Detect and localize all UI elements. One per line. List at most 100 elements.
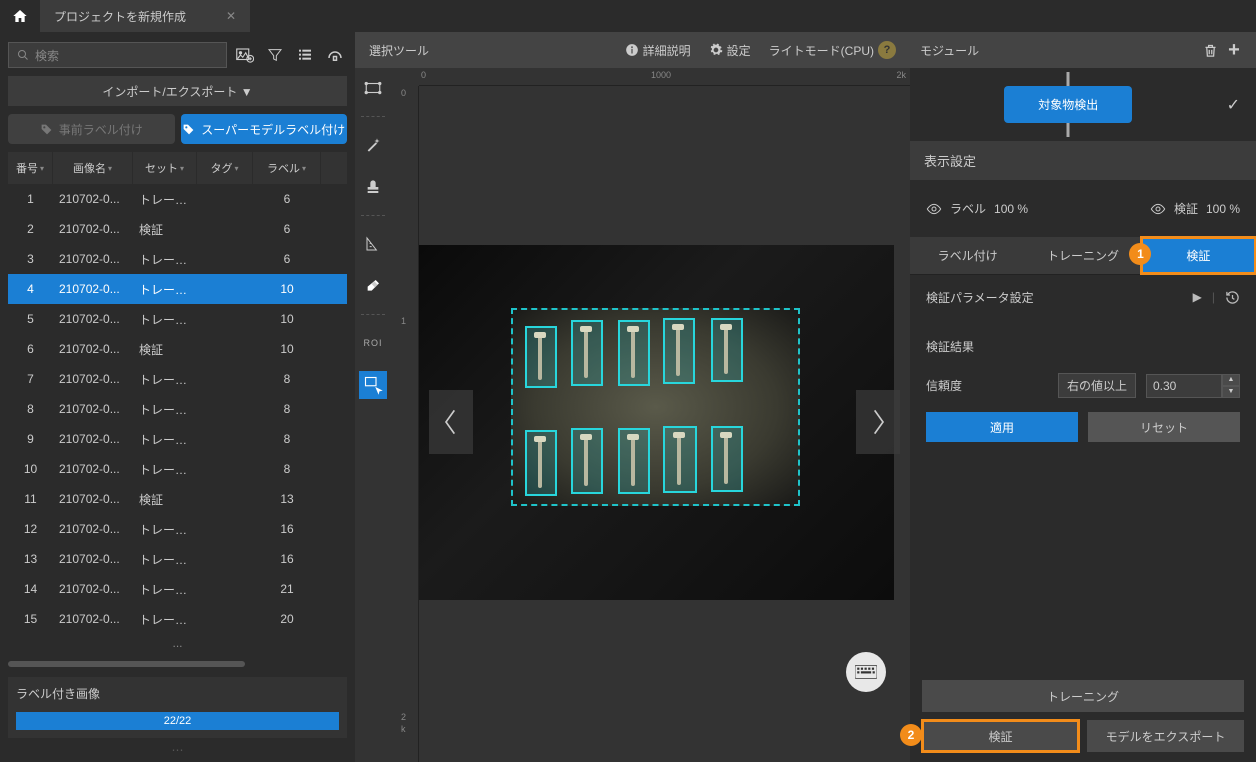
ruler-vertical: 0 1 2 k xyxy=(391,86,419,762)
col-label[interactable]: ラベル▾ xyxy=(253,152,321,184)
check-icon: ✓ xyxy=(1227,95,1246,115)
result-header: 検証結果 xyxy=(926,328,1240,373)
export-model-button[interactable]: モデルをエクスポート xyxy=(1087,720,1244,752)
table-row[interactable]: 12210702-0...トレーニ...16 xyxy=(8,514,347,544)
stamp-tool[interactable] xyxy=(359,173,387,201)
col-set[interactable]: セット▾ xyxy=(133,152,197,184)
table-row[interactable]: 6210702-0...検証10 xyxy=(8,334,347,364)
callout-2: 2 xyxy=(900,724,922,746)
display-settings-header: 表示設定 xyxy=(910,141,1256,180)
right-panel: モジュール + 対象物検出 ✓ 表示設定 ラベル 100 xyxy=(910,32,1256,762)
eye-icon xyxy=(1150,203,1166,215)
search-input[interactable]: 検索 xyxy=(8,42,227,68)
table-row[interactable]: 5210702-0...トレーニ...10 xyxy=(8,304,347,334)
details-button[interactable]: 詳細説明 xyxy=(625,42,691,59)
table-row[interactable]: 10210702-0...トレーニ...8 xyxy=(8,454,347,484)
image-settings-icon[interactable] xyxy=(233,43,257,67)
pointer-tool[interactable] xyxy=(359,371,387,399)
help-icon[interactable]: ? xyxy=(878,41,896,59)
detection-box[interactable] xyxy=(525,430,557,496)
prev-image-button[interactable] xyxy=(429,390,473,454)
keyboard-shortcut-button[interactable] xyxy=(846,652,886,692)
list-view-icon[interactable] xyxy=(293,43,317,67)
apply-button[interactable]: 適用 xyxy=(926,412,1078,442)
settings-button[interactable]: 設定 xyxy=(709,42,751,59)
detection-box[interactable] xyxy=(663,426,697,493)
search-icon xyxy=(17,49,29,61)
super-model-label-button[interactable]: スーパーモデルラベル付け xyxy=(181,114,348,144)
wand-tool[interactable] xyxy=(359,131,387,159)
next-image-button[interactable] xyxy=(856,390,900,454)
eye-icon xyxy=(926,203,942,215)
image-preview xyxy=(419,245,894,600)
detection-box[interactable] xyxy=(663,318,695,384)
table-row[interactable]: 15210702-0...トレーニ...20 xyxy=(8,604,347,634)
reset-button[interactable]: リセット xyxy=(1088,412,1240,442)
table-row[interactable]: 3210702-0...トレーニ...6 xyxy=(8,244,347,274)
tag-icon xyxy=(182,123,195,136)
project-tab[interactable]: プロジェクトを新規作成 ✕ xyxy=(40,0,250,32)
rect-tool[interactable] xyxy=(359,74,387,102)
roi-region xyxy=(511,308,800,506)
label-visibility[interactable]: ラベル 100 % xyxy=(926,200,1028,217)
h-scrollbar[interactable] xyxy=(8,659,347,669)
image-table: 番号▾ 画像名▾ セット▾ タグ▾ ラベル▾ 1210702-0...トレーニ.… xyxy=(8,152,347,669)
table-row[interactable]: 13210702-0...トレーニ...16 xyxy=(8,544,347,574)
module-chip[interactable]: 対象物検出 xyxy=(920,86,1217,123)
eraser-tool[interactable] xyxy=(359,272,387,300)
table-row[interactable]: 8210702-0...トレーニ...8 xyxy=(8,394,347,424)
table-row[interactable]: 14210702-0...トレーニ...21 xyxy=(8,574,347,604)
table-row[interactable]: 2210702-0...検証6 xyxy=(8,214,347,244)
import-export-button[interactable]: インポート/エクスポート ▼ xyxy=(8,76,347,106)
param-settings-row[interactable]: 検証パラメータ設定 ▶ | xyxy=(910,275,1256,320)
light-mode-label[interactable]: ライトモード(CPU) ? xyxy=(769,41,896,59)
measure-tool[interactable] xyxy=(359,230,387,258)
resize-handle[interactable]: ⋯ xyxy=(8,746,347,754)
delete-icon[interactable] xyxy=(1198,38,1222,62)
grid-view-icon[interactable] xyxy=(323,43,347,67)
info-icon xyxy=(625,43,639,57)
tab-training[interactable]: トレーニング xyxy=(1025,237,1140,274)
pre-label-button[interactable]: 事前ラベル付け xyxy=(8,114,175,144)
gear-icon xyxy=(709,43,723,57)
detection-box[interactable] xyxy=(571,320,603,386)
spin-up-icon[interactable]: ▲ xyxy=(1222,374,1240,386)
detection-box[interactable] xyxy=(618,428,650,494)
history-icon[interactable] xyxy=(1225,290,1240,305)
detection-box[interactable] xyxy=(525,326,557,388)
add-icon[interactable]: + xyxy=(1222,38,1246,62)
detection-box[interactable] xyxy=(618,320,650,386)
table-row[interactable]: 9210702-0...トレーニ...8 xyxy=(8,424,347,454)
col-tag[interactable]: タグ▾ xyxy=(197,152,253,184)
canvas-toolbar: 選択ツール 詳細説明 設定 ライトモード(CPU) ? xyxy=(355,32,910,68)
close-icon[interactable]: ✕ xyxy=(226,9,236,23)
labeled-images-title: ラベル付き画像 xyxy=(16,685,339,702)
confidence-label: 信頼度 xyxy=(926,377,1048,394)
filter-icon[interactable] xyxy=(263,43,287,67)
roi-tool[interactable]: ROI xyxy=(359,329,387,357)
module-title: モジュール xyxy=(920,42,1198,59)
table-row[interactable]: 1210702-0...トレーニ...6 xyxy=(8,184,347,214)
tab-labeling[interactable]: ラベル付け xyxy=(910,237,1025,274)
home-button[interactable] xyxy=(0,0,40,32)
table-row[interactable]: 7210702-0...トレーニ...8 xyxy=(8,364,347,394)
table-row[interactable]: 11210702-0...検証13 xyxy=(8,484,347,514)
spin-down-icon[interactable]: ▼ xyxy=(1222,386,1240,398)
col-image[interactable]: 画像名▾ xyxy=(53,152,133,184)
verify-button[interactable]: 検証 xyxy=(922,720,1079,752)
threshold-mode-select[interactable]: 右の値以上 xyxy=(1058,373,1136,398)
detection-box[interactable] xyxy=(571,428,603,494)
tab-verification[interactable]: 検証 xyxy=(1141,237,1256,274)
training-button[interactable]: トレーニング xyxy=(922,680,1244,712)
tab-title: プロジェクトを新規作成 xyxy=(54,8,186,25)
center-panel: 選択ツール 詳細説明 設定 ライトモード(CPU) ? xyxy=(355,32,910,762)
detection-box[interactable] xyxy=(711,318,743,382)
col-index[interactable]: 番号▾ xyxy=(8,152,53,184)
canvas[interactable] xyxy=(419,86,910,762)
select-tool-label: 選択ツール xyxy=(369,42,429,59)
play-icon[interactable]: ▶ xyxy=(1193,290,1202,305)
verify-visibility[interactable]: 検証 100 % xyxy=(1150,200,1240,217)
table-row[interactable]: 4210702-0...トレーニ...10 xyxy=(8,274,347,304)
threshold-value-input[interactable]: 0.30 ▲▼ xyxy=(1146,374,1240,398)
detection-box[interactable] xyxy=(711,426,743,492)
